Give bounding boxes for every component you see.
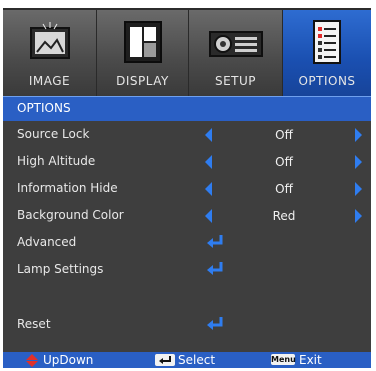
enter-key-icon [155, 354, 175, 366]
osd-menu: IMAGE DISPLAY SETUP OPTIONS OPTIONS Sour… [3, 8, 371, 368]
options-list: Source Lock Off High Altitude Off Inform… [3, 121, 371, 352]
row-label: Advanced [17, 235, 77, 249]
updown-arrows-icon [26, 354, 38, 367]
row-label: High Altitude [17, 154, 96, 168]
tab-display[interactable]: DISPLAY [97, 10, 189, 96]
footer-hint-bar: UpDown Select Menu Exit [3, 352, 371, 368]
row-label: Information Hide [17, 181, 118, 195]
row-reset[interactable]: Reset [3, 311, 371, 338]
right-arrow-icon[interactable] [355, 128, 362, 142]
right-arrow-icon[interactable] [355, 155, 362, 169]
exit-hint: Exit [299, 353, 322, 367]
select-hint: Select [178, 353, 216, 367]
tab-label: OPTIONS [298, 74, 356, 88]
row-lamp-settings[interactable]: Lamp Settings [3, 256, 371, 283]
right-arrow-icon[interactable] [355, 209, 362, 223]
display-icon [123, 21, 162, 63]
menu-key-icon: Menu [271, 354, 296, 365]
row-label: Reset [17, 317, 51, 331]
row-advanced[interactable]: Advanced [3, 229, 371, 256]
section-title-bar: OPTIONS [3, 96, 371, 121]
document-options-icon [313, 20, 341, 64]
tab-setup[interactable]: SETUP [189, 10, 283, 96]
section-title: OPTIONS [17, 101, 71, 115]
left-arrow-icon[interactable] [205, 155, 212, 169]
tab-label: DISPLAY [116, 74, 169, 88]
row-label: Source Lock [17, 127, 90, 141]
left-arrow-icon[interactable] [205, 128, 212, 142]
row-high-altitude[interactable]: High Altitude Off [3, 148, 371, 175]
row-value: Off [275, 182, 293, 196]
tab-image[interactable]: IMAGE [3, 10, 97, 96]
row-background-color[interactable]: Background Color Red [3, 202, 371, 229]
tab-bar: IMAGE DISPLAY SETUP OPTIONS [3, 8, 371, 96]
enter-icon[interactable] [205, 315, 225, 333]
enter-icon[interactable] [205, 260, 225, 278]
projector-icon [208, 31, 263, 57]
updown-hint: UpDown [43, 353, 94, 367]
row-label: Background Color [17, 208, 124, 222]
enter-icon[interactable] [205, 233, 225, 251]
row-label: Lamp Settings [17, 262, 104, 276]
tab-label: IMAGE [28, 74, 71, 88]
image-icon [29, 22, 70, 59]
right-arrow-icon[interactable] [355, 182, 362, 196]
row-value: Red [272, 209, 296, 223]
row-source-lock[interactable]: Source Lock Off [3, 121, 371, 148]
row-value: Off [275, 128, 293, 142]
row-value: Off [275, 155, 293, 169]
tab-options[interactable]: OPTIONS [283, 10, 371, 96]
left-arrow-icon[interactable] [205, 182, 212, 196]
row-information-hide[interactable]: Information Hide Off [3, 175, 371, 202]
tab-label: SETUP [214, 74, 257, 88]
left-arrow-icon[interactable] [205, 209, 212, 223]
